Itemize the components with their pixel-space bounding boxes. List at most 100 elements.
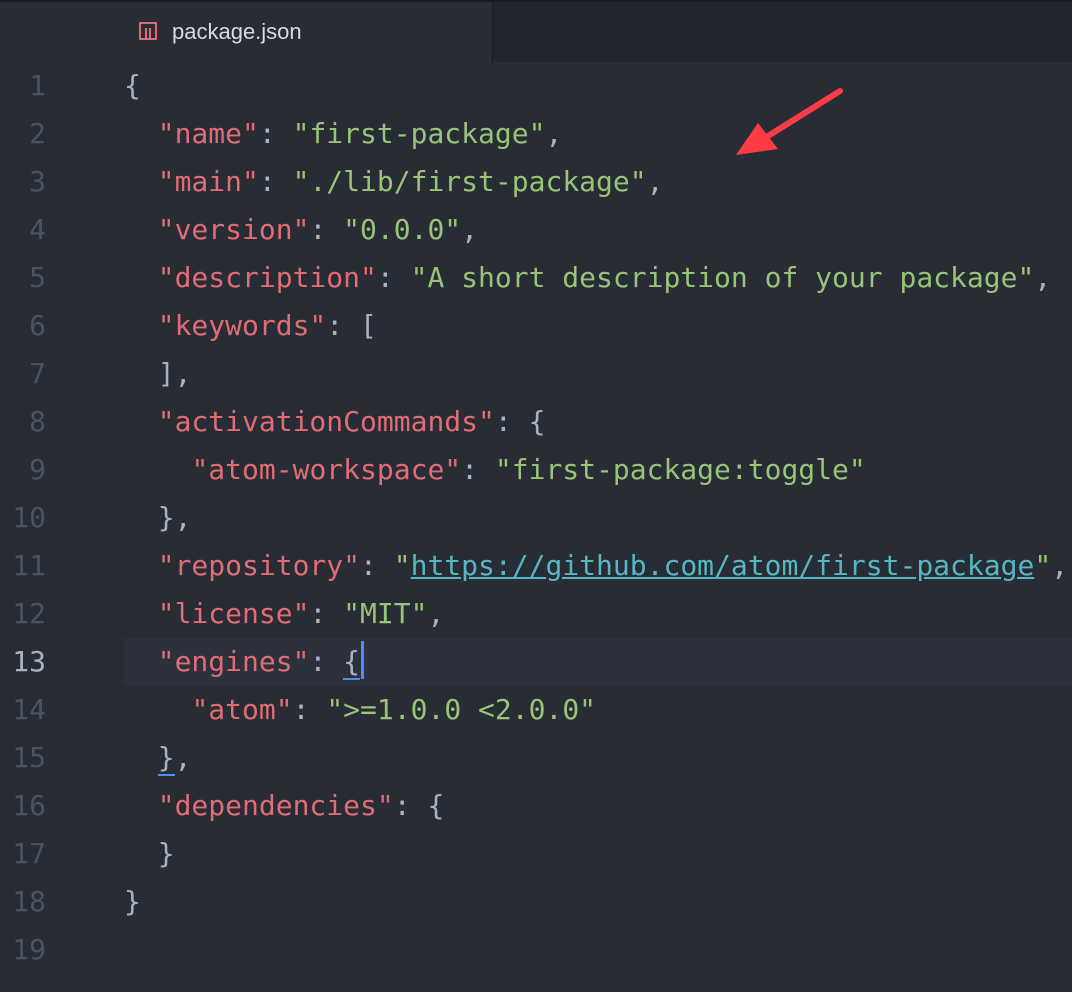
json-punctuation: } — [157, 837, 175, 870]
text-cursor — [361, 641, 365, 679]
tab-bar: package.json — [0, 0, 1072, 64]
code-line[interactable]: 3 "main": "./lib/first-package", — [0, 158, 1072, 206]
json-punctuation: : — [292, 693, 327, 726]
json-punctuation: : — [309, 597, 344, 630]
json-string: " — [1034, 549, 1052, 582]
code-text: } — [124, 878, 1072, 926]
json-punctuation: , — [174, 741, 192, 774]
tab-title: package.json — [172, 19, 302, 44]
json-key: "main" — [157, 165, 259, 198]
code-line[interactable]: 7 ], — [0, 350, 1072, 398]
code-text: "main": "./lib/first-package", — [124, 158, 1072, 206]
code-line[interactable]: 2 "name": "first-package", — [0, 110, 1072, 158]
json-punctuation: } — [157, 741, 175, 776]
json-punctuation: : — [258, 117, 293, 150]
json-punctuation: , — [1051, 549, 1069, 582]
json-punctuation: , — [545, 117, 563, 150]
code-text: "description": "A short description of y… — [124, 254, 1072, 302]
json-string: " — [393, 549, 411, 582]
code-text: "keywords": [ — [124, 302, 1072, 350]
code-text: "activationCommands": { — [124, 398, 1072, 446]
json-punctuation: ], — [157, 357, 192, 390]
line-number: 17 — [12, 837, 46, 870]
code-text: "atom": ">=1.0.0 <2.0.0" — [124, 686, 1072, 734]
json-punctuation: : — [258, 165, 293, 198]
code-line[interactable]: 9 "atom-workspace": "first-package:toggl… — [0, 446, 1072, 494]
code-line[interactable]: 11 "repository": "https://github.com/ato… — [0, 542, 1072, 590]
json-string: "first-package:toggle" — [494, 453, 866, 486]
code-line[interactable]: 5 "description": "A short description of… — [0, 254, 1072, 302]
line-number: 6 — [29, 309, 46, 342]
code-line[interactable]: 14 "atom": ">=1.0.0 <2.0.0" — [0, 686, 1072, 734]
line-number: 3 — [29, 165, 46, 198]
line-number: 8 — [29, 405, 46, 438]
line-number: 15 — [12, 741, 46, 774]
json-key: "description" — [157, 261, 377, 294]
code-line[interactable]: 12 "license": "MIT", — [0, 590, 1072, 638]
code-line[interactable]: 15 }, — [0, 734, 1072, 782]
line-number: 18 — [12, 885, 46, 918]
json-key: "keywords" — [157, 309, 327, 342]
line-number: 7 — [29, 357, 46, 390]
json-string: "./lib/first-package" — [292, 165, 647, 198]
json-punctuation: : [ — [326, 309, 377, 342]
json-punctuation: : { — [494, 405, 546, 438]
json-punctuation: : — [461, 453, 495, 486]
json-punctuation: : — [376, 261, 411, 294]
json-string: ">=1.0.0 <2.0.0" — [326, 693, 597, 726]
json-key: "atom-workspace" — [191, 453, 462, 486]
json-key: "atom" — [191, 693, 293, 726]
code-line[interactable]: 13 "engines": { — [0, 638, 1072, 686]
json-string: "first-package" — [292, 117, 546, 150]
json-punctuation: { — [343, 645, 361, 680]
json-url[interactable]: https://github.com/atom/first-package — [411, 549, 1035, 582]
code-text: "dependencies": { — [124, 782, 1072, 830]
json-punctuation: , — [646, 165, 664, 198]
json-punctuation: , — [427, 597, 445, 630]
json-key: "license" — [157, 597, 310, 630]
code-line[interactable]: 18} — [0, 878, 1072, 926]
json-key: "version" — [157, 213, 310, 246]
code-line[interactable]: 10 }, — [0, 494, 1072, 542]
json-punctuation: : — [309, 645, 344, 678]
json-punctuation: , — [1034, 261, 1052, 294]
atom-editor-window: package.json 1{2 "name": "first-package"… — [0, 0, 1072, 992]
code-line[interactable]: 16 "dependencies": { — [0, 782, 1072, 830]
code-line[interactable]: 8 "activationCommands": { — [0, 398, 1072, 446]
code-text: }, — [124, 494, 1072, 542]
line-number: 12 — [12, 597, 46, 630]
line-number: 14 — [12, 693, 46, 726]
code-line[interactable]: 6 "keywords": [ — [0, 302, 1072, 350]
code-text: "repository": "https://github.com/atom/f… — [124, 542, 1072, 590]
code-line[interactable]: 17 } — [0, 830, 1072, 878]
tab-package-json[interactable]: package.json — [0, 2, 493, 64]
code-line[interactable]: 1{ — [0, 62, 1072, 110]
json-string: "0.0.0" — [343, 213, 462, 246]
line-number: 19 — [12, 933, 46, 966]
json-string: "A short description of your package" — [410, 261, 1035, 294]
line-number: 9 — [29, 453, 46, 486]
line-number: 1 — [29, 69, 46, 102]
json-punctuation: }, — [157, 501, 192, 534]
code-text: "engines": { — [124, 638, 1072, 686]
code-text: } — [124, 830, 1072, 878]
json-punctuation: : { — [393, 789, 445, 822]
json-punctuation: } — [124, 885, 141, 918]
code-line[interactable]: 4 "version": "0.0.0", — [0, 206, 1072, 254]
code-text: "version": "0.0.0", — [124, 206, 1072, 254]
code-editor[interactable]: 1{2 "name": "first-package", 3 "main": ".… — [0, 62, 1072, 992]
code-line[interactable]: 19 — [0, 926, 1072, 974]
